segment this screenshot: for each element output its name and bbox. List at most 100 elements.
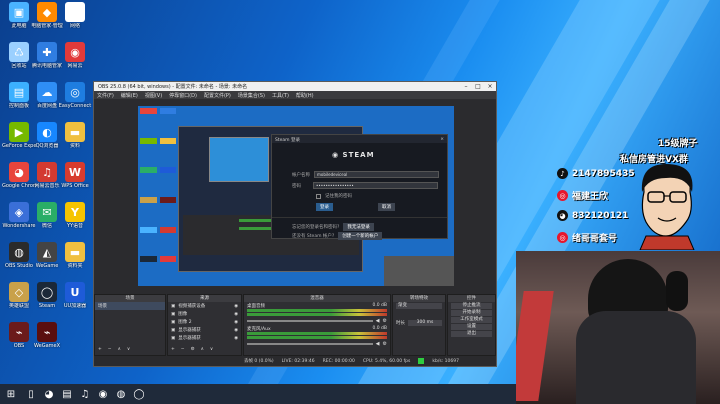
maximize-icon[interactable]: □: [472, 83, 484, 90]
source-type-icon: ▣: [171, 327, 176, 333]
settings-icon[interactable]: ⚙: [191, 347, 195, 352]
source-type-icon: ▣: [171, 335, 176, 341]
steam-close-icon[interactable]: ×: [440, 137, 444, 142]
start-icon[interactable]: ⊞: [0, 384, 22, 404]
audio-meter: [247, 336, 387, 339]
desktop-icon[interactable]: Y YY语音: [58, 202, 92, 229]
menu-item[interactable]: 编辑(E): [121, 92, 138, 99]
audio-meter: [247, 309, 387, 312]
control-button[interactable]: 停止推流: [451, 303, 492, 309]
task-view-icon[interactable]: ▯: [22, 384, 40, 404]
desktop-icon-label: YY语音: [66, 223, 84, 229]
app-icon: U: [65, 282, 85, 302]
password-field[interactable]: ••••••••••••••••: [313, 182, 438, 189]
menu-item[interactable]: 工具(T): [272, 92, 289, 99]
source-item[interactable]: ▣ 图像 ◉: [168, 310, 241, 318]
source-item[interactable]: ▣ 视频捕获设备 ◉: [168, 302, 241, 310]
add-icon[interactable]: +: [98, 347, 102, 352]
control-button[interactable]: 开始录制: [451, 310, 492, 316]
desktop-icon[interactable]: ◎ EasyConnect: [58, 82, 92, 109]
visibility-icon[interactable]: ◉: [234, 304, 238, 309]
obs-icon[interactable]: ◍: [112, 384, 130, 404]
visibility-icon[interactable]: ◉: [234, 328, 238, 333]
remove-icon[interactable]: −: [181, 347, 185, 352]
obs-preview-canvas[interactable]: Steam 登录 × ◉ STEAM 帐户名称 mobiledeviceal 密…: [138, 106, 454, 286]
netease-music-icon[interactable]: ♫: [76, 384, 94, 404]
up-icon[interactable]: ∧: [118, 347, 121, 352]
speaker-icon[interactable]: ◀: [376, 318, 380, 324]
app-icon: ▶: [9, 122, 29, 142]
app-icon: ✉: [37, 202, 57, 222]
speaker-icon[interactable]: ◀: [376, 341, 380, 347]
social-weibo: ◎ 福建王欣: [557, 189, 608, 202]
scene-item[interactable]: 场景: [95, 302, 165, 310]
duration-label: 时长: [396, 321, 405, 326]
visibility-icon[interactable]: ◉: [234, 312, 238, 317]
steam-login-dialog[interactable]: Steam 登录 × ◉ STEAM 帐户名称 mobiledeviceal 密…: [271, 134, 448, 240]
social-handle: 福建王欣: [572, 192, 609, 202]
visibility-icon[interactable]: ◉: [234, 336, 238, 341]
transition-select[interactable]: 渐变: [396, 303, 442, 309]
source-type-icon: ▣: [171, 311, 176, 317]
gear-icon[interactable]: ⚙: [383, 341, 387, 347]
account-label: 帐户名称: [292, 172, 310, 178]
menu-item[interactable]: 场景集合(S): [238, 92, 265, 99]
headphones: [666, 271, 688, 311]
gear-icon[interactable]: ⚙: [383, 318, 387, 324]
track-name: 桌面音频: [247, 304, 265, 309]
create-account-button[interactable]: 创建一个新的帐户: [338, 232, 383, 240]
volume-slider[interactable]: [247, 343, 373, 345]
control-button[interactable]: 退出: [451, 331, 492, 337]
minimize-icon[interactable]: –: [460, 83, 472, 90]
source-item[interactable]: ▣ 图像 2 ◉: [168, 318, 241, 326]
steam-icon[interactable]: ◯: [130, 384, 148, 404]
control-button[interactable]: 工作室模式: [451, 317, 492, 323]
add-icon[interactable]: +: [171, 347, 175, 352]
control-button[interactable]: 设置: [451, 324, 492, 330]
social-douyin: ♪ 2147895435: [557, 168, 635, 179]
netease-cloud-icon[interactable]: ◉: [94, 384, 112, 404]
desktop-icon[interactable]: U UU加速器: [58, 282, 92, 309]
cpu-usage: CPU: 5.4%, 60.00 fps: [362, 358, 411, 364]
app-icon: ♫: [37, 162, 57, 182]
cancel-button[interactable]: 取消: [378, 203, 395, 211]
menu-item[interactable]: 帮助(H): [296, 92, 314, 99]
visibility-icon[interactable]: ◉: [234, 320, 238, 325]
obs-titlebar[interactable]: OBS 25.0.8 (64 bit, windows) - 配置文件: 未命名…: [94, 82, 496, 91]
file-explorer-icon[interactable]: ▤: [58, 384, 76, 404]
menu-item[interactable]: 配置文件(P): [204, 92, 231, 99]
chrome-icon[interactable]: ◕: [40, 384, 58, 404]
remove-icon[interactable]: −: [108, 347, 112, 352]
app-icon: ⌁: [37, 322, 57, 342]
desktop-icon[interactable]: ▬ 资料: [58, 122, 92, 149]
live-time: LIVE: 02:39:46: [281, 358, 315, 364]
volume-slider[interactable]: [247, 320, 373, 322]
app-icon: ◉: [65, 42, 85, 62]
source-item[interactable]: ▣ 显示器捕获 ◉: [168, 326, 241, 334]
desktop-icon-label: 资料夹: [67, 263, 83, 269]
source-item[interactable]: ▣ 显示器捕获 ◉: [168, 334, 241, 342]
desktop-icon[interactable]: W WPS Office: [58, 162, 92, 189]
menu-item[interactable]: 停靠窗口(D): [169, 92, 197, 99]
desktop-icon[interactable]: ⌁ WeGameX: [30, 322, 64, 349]
up-icon[interactable]: ∧: [201, 347, 204, 352]
source-type-icon: ▣: [171, 303, 176, 309]
obs-window[interactable]: OBS 25.0.8 (64 bit, windows) - 配置文件: 未命名…: [93, 81, 497, 367]
account-field[interactable]: mobiledeviceal: [314, 171, 439, 178]
login-button[interactable]: 登录: [316, 203, 333, 211]
duration-field[interactable]: 300 ms: [408, 320, 442, 326]
overlay-title: 15级牌子: [658, 139, 698, 149]
close-icon[interactable]: ×: [484, 83, 496, 90]
menu-item[interactable]: 文件(F): [97, 92, 114, 99]
down-icon[interactable]: ∨: [210, 347, 213, 352]
app-icon: Y: [65, 202, 85, 222]
menu-item[interactable]: 视图(V): [145, 92, 162, 99]
down-icon[interactable]: ∨: [127, 347, 130, 352]
desktop-icon[interactable]: ▬ 资料夹: [58, 242, 92, 269]
desktop-icon[interactable]: ◉ 网易云: [58, 42, 92, 69]
desktop-icon-label: 网易云: [67, 63, 83, 69]
douyin-icon: ♪: [557, 168, 568, 179]
desktop-icon[interactable]: ⬚ 网络: [58, 2, 92, 29]
remember-checkbox[interactable]: [316, 193, 321, 199]
forgot-button[interactable]: 我无法登录: [343, 223, 374, 231]
